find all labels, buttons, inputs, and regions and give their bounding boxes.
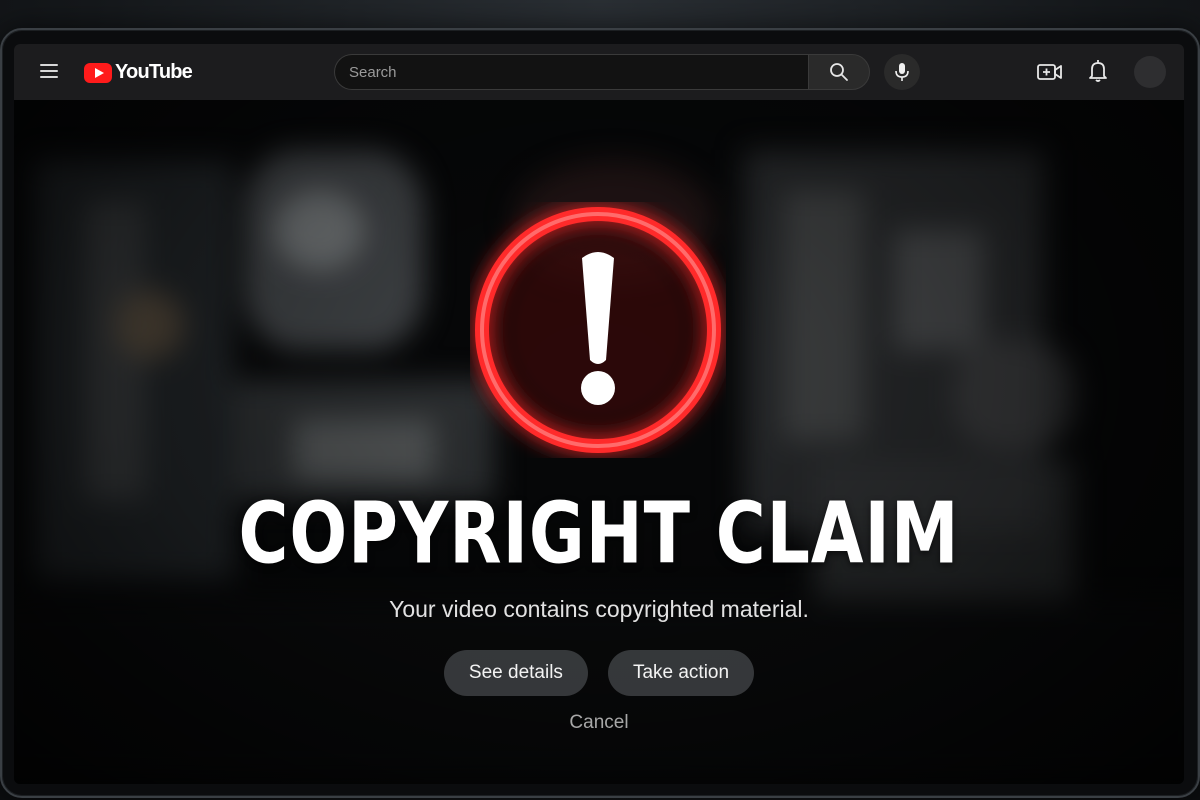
- bell-icon: [1089, 60, 1107, 82]
- create-video-button[interactable]: [1036, 60, 1064, 84]
- microphone-icon: [895, 63, 909, 81]
- youtube-logo[interactable]: YouTube: [84, 61, 193, 84]
- search-input[interactable]: [334, 54, 808, 90]
- dialog-title: COPYRIGHT CLAIM: [238, 485, 960, 584]
- search-icon: [830, 63, 848, 81]
- device-frame: YouTube Search COPYRIGHT CLAIM Your vide…: [0, 28, 1200, 798]
- take-action-button[interactable]: Take action: [607, 650, 755, 696]
- video-camera-plus-icon: [1037, 64, 1062, 80]
- logo-text: YouTube: [115, 61, 193, 83]
- search-bar: [334, 54, 870, 90]
- search-button[interactable]: [808, 54, 870, 90]
- hamburger-menu-icon[interactable]: [40, 64, 58, 78]
- warning-exclamation-icon: [470, 202, 726, 458]
- dialog-actions: See details Take action: [14, 650, 1184, 696]
- youtube-play-badge-icon: [84, 62, 112, 83]
- app-window: YouTube Search COPYRIGHT CLAIM Your vide…: [14, 44, 1184, 784]
- avatar[interactable]: [1134, 56, 1166, 88]
- dialog-message: Your video contains copyrighted material…: [389, 596, 809, 622]
- cancel-button[interactable]: Cancel: [14, 712, 1184, 734]
- video-player[interactable]: COPYRIGHT CLAIM Your video contains copy…: [14, 100, 1184, 784]
- top-bar: YouTube: [14, 44, 1184, 100]
- voice-search-button[interactable]: [884, 54, 920, 90]
- see-details-button[interactable]: See details: [443, 650, 588, 696]
- notifications-button[interactable]: [1086, 58, 1110, 84]
